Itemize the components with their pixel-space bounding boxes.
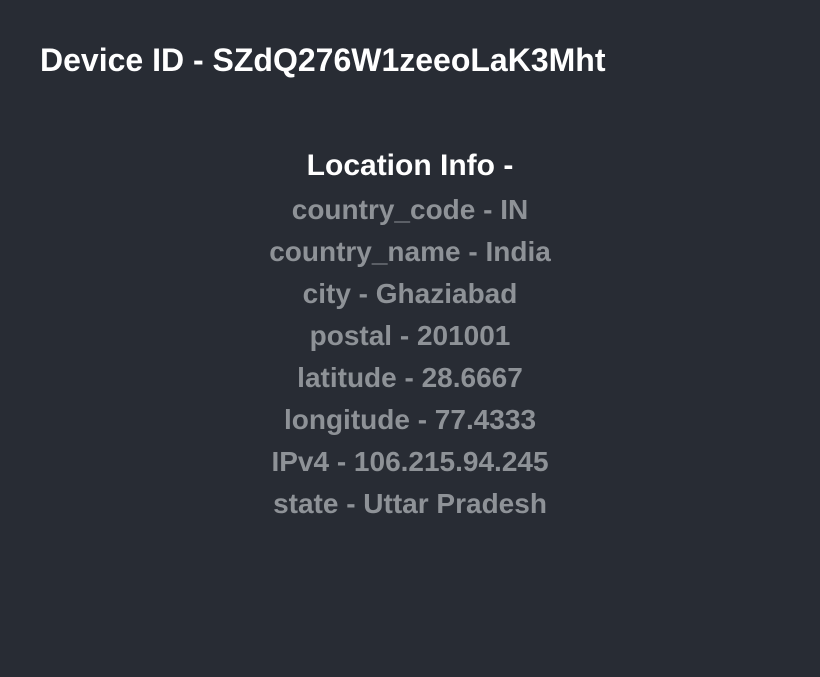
location-postal: postal - 201001 [0,315,820,357]
location-country-code: country_code - IN [0,189,820,231]
location-state: state - Uttar Pradesh [0,483,820,525]
location-info-heading: Location Info - [0,149,820,183]
location-city: city - Ghaziabad [0,273,820,315]
location-latitude: latitude - 28.6667 [0,357,820,399]
location-longitude: longitude - 77.4333 [0,399,820,441]
device-id-title: Device ID - SZdQ276W1zeeoLaK3Mht [0,0,820,79]
location-country-name: country_name - India [0,231,820,273]
location-info-section: Location Info - country_code - IN countr… [0,149,820,525]
location-ipv4: IPv4 - 106.215.94.245 [0,441,820,483]
